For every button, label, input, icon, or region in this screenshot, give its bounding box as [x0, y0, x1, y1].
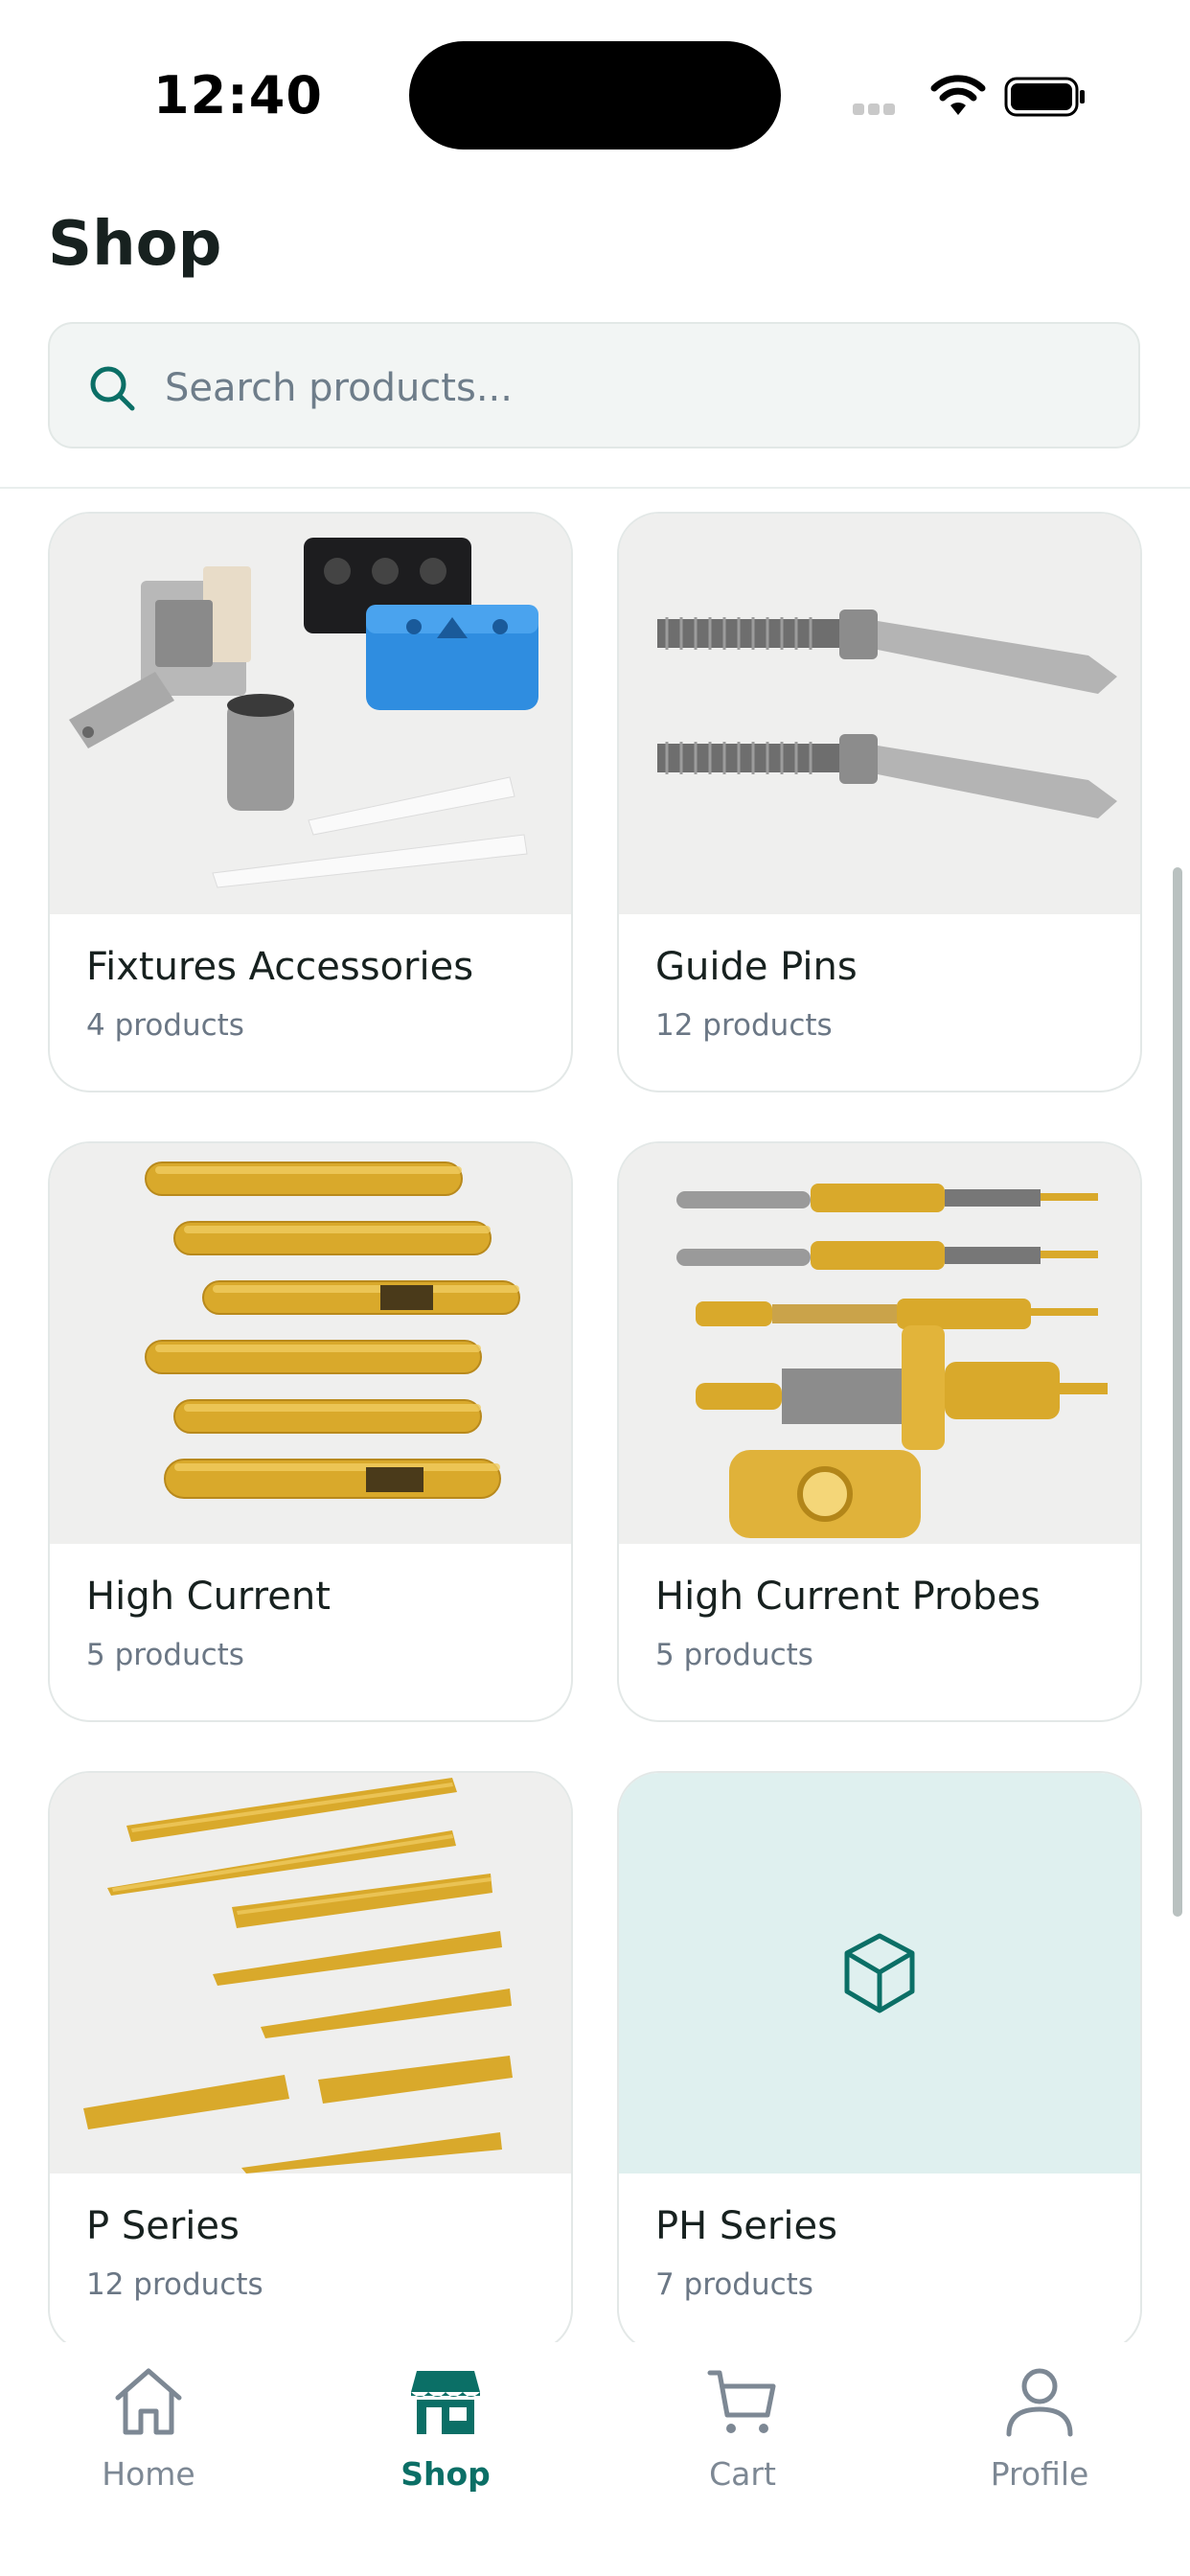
tab-label: Cart [709, 2455, 776, 2493]
category-product-count: 7 products [655, 2267, 813, 2302]
tab-label: Home [102, 2455, 195, 2493]
category-card-p-series[interactable]: P Series 12 products [48, 1771, 573, 2352]
category-card-high-current[interactable]: High Current 5 products [48, 1141, 573, 1722]
dynamic-island [409, 41, 781, 150]
category-image [619, 1143, 1140, 1544]
page-title: Shop [48, 209, 222, 280]
profile-icon [1006, 2368, 1073, 2437]
tab-home[interactable]: Home [0, 2363, 297, 2507]
category-card-fixtures-accessories[interactable]: Fixtures Accessories 4 products [48, 512, 573, 1092]
category-product-count: 12 products [86, 2267, 263, 2302]
category-product-count: 5 products [655, 1638, 813, 1672]
category-card-high-current-probes[interactable]: High Current Probes 5 products [617, 1141, 1142, 1722]
search-input[interactable] [163, 353, 1106, 424]
category-name: Fixtures Accessories [86, 945, 474, 989]
category-name: PH Series [655, 2204, 837, 2248]
header-divider [0, 487, 1190, 489]
category-image-placeholder [619, 1773, 1140, 2174]
status-bar: 12:40 [0, 0, 1190, 163]
search-bar[interactable] [48, 322, 1140, 448]
category-product-count: 12 products [655, 1008, 833, 1043]
category-image [50, 514, 571, 914]
battery-icon [1004, 77, 1085, 117]
category-product-count: 5 products [86, 1638, 244, 1672]
category-image [50, 1143, 571, 1544]
tab-label: Profile [990, 2455, 1089, 2493]
store-icon [411, 2371, 480, 2434]
category-card-ph-series[interactable]: PH Series 7 products [617, 1771, 1142, 2352]
tab-label: Shop [400, 2455, 491, 2493]
category-name: Guide Pins [655, 945, 858, 989]
tab-shop[interactable]: Shop [297, 2363, 594, 2507]
tab-cart[interactable]: Cart [594, 2363, 891, 2507]
category-card-guide-pins[interactable]: Guide Pins 12 products [617, 512, 1142, 1092]
category-product-count: 4 products [86, 1008, 244, 1043]
status-time: 12:40 [153, 65, 323, 126]
package-icon [844, 1933, 915, 2013]
signal-icon [853, 101, 912, 115]
category-name: P Series [86, 2204, 240, 2248]
wifi-icon [930, 75, 986, 115]
category-image [50, 1773, 571, 2174]
category-name: High Current Probes [655, 1575, 1041, 1619]
search-icon [90, 366, 135, 411]
tab-profile[interactable]: Profile [891, 2363, 1188, 2507]
home-icon [115, 2368, 182, 2435]
cart-icon [707, 2370, 776, 2433]
category-image [619, 514, 1140, 914]
tab-bar: Home Shop Cart Profile [0, 2342, 1190, 2576]
scrollbar[interactable] [1173, 867, 1182, 1917]
category-name: High Current [86, 1575, 331, 1619]
